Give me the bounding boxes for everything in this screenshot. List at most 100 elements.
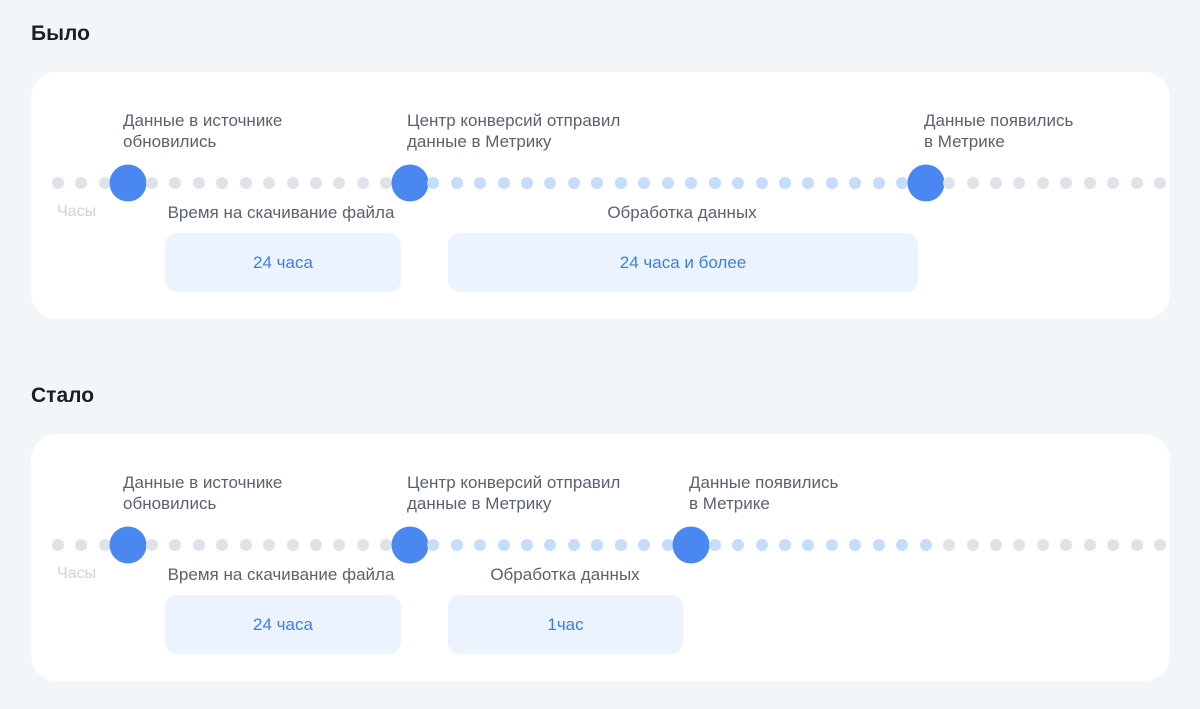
timeline-dot-processing: [497, 177, 510, 189]
section-title-before: Было: [31, 22, 90, 45]
event-label-sent-to-metrika: Центр конверсий отправил данные в Метрик…: [407, 473, 621, 513]
timeline-dot: [1154, 177, 1167, 189]
timeline-dot: [1154, 539, 1167, 551]
duration-box-processing: 1час: [448, 595, 683, 654]
timeline-dot-processing: [919, 539, 932, 551]
timeline-dot: [990, 539, 1002, 551]
timeline-dot: [943, 539, 956, 551]
timeline-dot-processing: [497, 539, 510, 551]
timeline-dot-processing: [896, 539, 909, 551]
timeline-dot: [169, 177, 182, 189]
timeline-dot-processing: [661, 177, 674, 189]
milestone-node: [109, 526, 147, 564]
timeline-dot: [966, 177, 979, 189]
timeline-dot-processing: [732, 539, 745, 551]
timeline-dot: [356, 177, 369, 189]
timeline-dot: [239, 177, 252, 189]
timeline-dot: [52, 177, 64, 189]
timeline-dot-processing: [638, 539, 651, 551]
timeline-dot: [216, 177, 229, 189]
milestone-node: [109, 164, 147, 202]
timeline-dot: [1083, 539, 1096, 551]
duration-box-download: 24 часа: [165, 233, 401, 292]
duration-box-processing: 24 часа и более: [448, 233, 918, 292]
milestone-node: [672, 526, 710, 564]
milestone-node: [391, 164, 429, 202]
timeline-dot: [966, 539, 979, 551]
timeline-dot: [356, 539, 369, 551]
timeline-dot: [1107, 177, 1120, 189]
timeline-card-after: Данные в источнике обновились Центр конв…: [31, 434, 1170, 681]
timeline-dot: [192, 177, 205, 189]
timeline-dot: [1013, 539, 1026, 551]
hours-label: Часы: [57, 203, 97, 220]
timeline-dot-processing: [474, 539, 487, 551]
timeline-dot: [333, 539, 346, 551]
timeline-dot-processing: [474, 177, 487, 189]
phase-label-processing: Обработка данных: [607, 203, 757, 222]
timeline-dot-processing: [825, 177, 838, 189]
duration-box-download: 24 часа: [165, 595, 401, 654]
event-label-sent-to-metrika: Центр конверсий отправил данные в Метрик…: [407, 111, 621, 151]
timeline-dot-processing: [778, 177, 791, 189]
phase-label-download: Время на скачивание файла: [167, 565, 395, 584]
timeline-dot-processing: [614, 177, 627, 189]
timeline-dot-processing: [825, 539, 838, 551]
event-label-appeared-in-metrika: Данные появились в Метрике: [689, 473, 839, 513]
timeline-dot: [75, 539, 88, 551]
timeline-dot-processing: [755, 539, 768, 551]
timeline-dot-processing: [802, 177, 815, 189]
timeline-dot-processing: [872, 177, 885, 189]
timeline-dot: [309, 539, 322, 551]
milestone-node: [907, 164, 945, 202]
timeline-dot-processing: [638, 177, 651, 189]
timeline-dot-processing: [872, 539, 885, 551]
timeline-dot: [1013, 177, 1026, 189]
event-label-source-updated: Данные в источнике обновились: [123, 473, 283, 513]
timeline-dot-processing: [732, 177, 745, 189]
timeline-dot-processing: [567, 177, 580, 189]
timeline-dot: [75, 177, 88, 189]
phase-label-download: Время на скачивание файла: [167, 203, 395, 222]
timeline-dot: [145, 539, 158, 551]
timeline-dot: [1130, 177, 1143, 189]
timeline-dot-processing: [427, 177, 440, 189]
timeline-dot: [1060, 539, 1073, 551]
timeline-dot-processing: [755, 177, 768, 189]
timeline-dot: [990, 177, 1002, 189]
timeline-dot: [1130, 539, 1143, 551]
timeline-dot: [169, 539, 182, 551]
timeline-dot-processing: [450, 539, 463, 551]
timeline-dot-processing: [849, 539, 862, 551]
timeline-dot: [145, 177, 158, 189]
timeline-dot: [943, 177, 956, 189]
timeline-dot-processing: [614, 539, 627, 551]
timeline-dot: [286, 177, 299, 189]
timeline-dot-processing: [708, 177, 721, 189]
section-title-after: Стало: [31, 384, 95, 407]
timeline-dot-processing: [521, 177, 533, 189]
timeline-dot-processing: [591, 177, 604, 189]
phase-label-processing: Обработка данных: [490, 565, 640, 584]
timeline-dot: [263, 539, 276, 551]
timeline-dot: [309, 177, 322, 189]
timeline-dot: [192, 539, 205, 551]
timeline-dot: [286, 539, 299, 551]
timeline-dot-processing: [567, 539, 580, 551]
timeline-dot-processing: [849, 177, 862, 189]
event-label-source-updated: Данные в источнике обновились: [123, 111, 283, 151]
timeline-dot-processing: [778, 539, 791, 551]
timeline-dot: [52, 539, 64, 551]
timeline-dot-processing: [685, 177, 698, 189]
timeline-dot-processing: [591, 539, 604, 551]
timeline-dot: [1036, 539, 1049, 551]
timeline-dot: [239, 539, 252, 551]
timeline-dot-processing: [450, 177, 463, 189]
timeline-dot-processing: [544, 177, 557, 189]
timeline-dot-processing: [427, 539, 440, 551]
timeline-dot: [1060, 177, 1073, 189]
timeline-dot-processing: [544, 539, 557, 551]
timeline-dot: [216, 539, 229, 551]
milestone-node: [391, 526, 429, 564]
timeline-dot-processing: [708, 539, 721, 551]
